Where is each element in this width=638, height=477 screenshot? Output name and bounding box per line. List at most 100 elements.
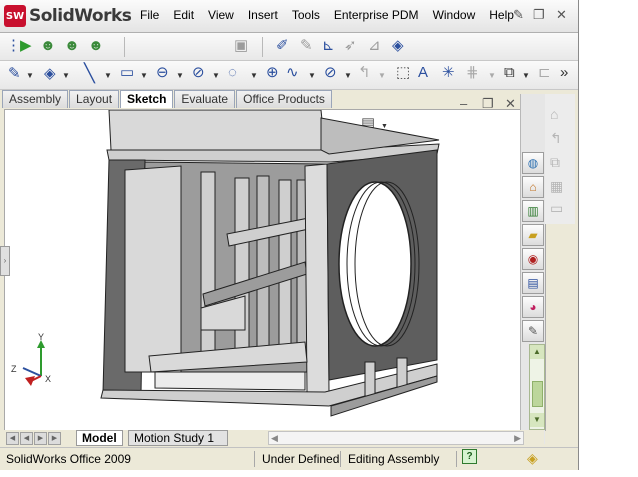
model-leg [396,357,408,389]
command-manager-tabs: Assembly Layout Sketch Evaluate Office P… [2,90,333,109]
assembly-model[interactable]: Y Z X [5,110,545,430]
custom-properties-icon[interactable]: ✎ [522,320,544,342]
pointer-icon[interactable]: ➶ [344,37,357,55]
model-post [256,175,270,361]
arc-icon[interactable]: ◌ [228,64,237,82]
point-icon[interactable]: ✳ [442,64,455,82]
pin-icon[interactable]: ✎ [513,7,524,23]
first-tab-icon[interactable]: ◀ [6,432,19,445]
chevron-down-icon[interactable]: ▼ [62,67,70,85]
user-stop-icon[interactable]: ☻ [88,37,104,55]
sketch-pencil-icon[interactable]: ✎ [8,65,21,83]
menu-tools[interactable]: Tools [292,8,320,22]
dimension-icon[interactable]: ⊾ [322,37,335,55]
restore-icon[interactable]: ❐ [533,7,545,23]
chevron-down-icon[interactable]: ▼ [378,67,386,85]
chevron-down-icon[interactable]: ▼ [176,67,184,85]
rectangle-icon[interactable]: ▭ [120,64,134,82]
extrude-ghost-icon: ▭ [550,200,564,216]
user-step-icon[interactable]: ☻ [64,37,80,55]
chevron-down-icon[interactable]: ▼ [308,67,316,85]
model-right-pillar [304,163,330,393]
home-icon[interactable]: ⌂ [522,176,544,198]
menu-enterprise-pdm[interactable]: Enterprise PDM [334,8,419,22]
trim-icon[interactable]: ⋕ [466,64,479,82]
chevron-down-icon[interactable]: ▼ [250,67,258,85]
sketch-tool-icon[interactable]: ✎ [300,37,313,55]
sketch-ghost-icon: ⌂ [550,106,559,122]
menu-insert[interactable]: Insert [248,8,278,22]
graphics-area[interactable]: ⊕ ⊕ ↶ ▥ ⧉ ▼ ◧ ▼ ◎ ▼ ◕ ▼ ▤ ▼ [4,109,546,431]
view-palette-icon[interactable]: ▤ [522,272,544,294]
scroll-right-icon[interactable]: ▶ [514,432,521,444]
chevron-down-icon[interactable]: ▼ [104,67,112,85]
tab-assembly[interactable]: Assembly [2,90,69,108]
scroll-thumb[interactable] [532,381,543,407]
help-icon[interactable]: ? [462,449,477,464]
prev-tab-icon[interactable]: ◀ [20,432,33,445]
triad-x-label: X [45,374,51,384]
tag-icon[interactable]: ◈ [527,450,538,467]
task-pane-scrollbar[interactable]: ▲ ▼ [529,344,545,430]
polygon-icon[interactable]: ⊕ [266,64,279,82]
chevron-down-icon[interactable]: ▼ [26,67,34,85]
solidworks-logo[interactable]: SW SolidWorks [4,4,132,28]
menu-help[interactable]: Help [489,8,514,22]
design-library-icon[interactable]: ▥ [522,200,544,222]
close-icon[interactable]: ✕ [556,7,567,23]
mirror-icon[interactable]: ⊏ [538,64,551,82]
status-definition-state: Under Defined [262,452,340,466]
toolbar-separator [124,37,125,57]
fillet-icon[interactable]: ↰ [358,64,371,82]
file-explorer-icon[interactable]: ▰ [522,224,544,246]
scroll-down-icon[interactable]: ▼ [530,413,544,427]
line-icon[interactable]: ╲ [84,64,95,82]
menu-window[interactable]: Window [433,8,476,22]
edit-sketch-icon[interactable]: ✐ [276,37,289,55]
record-icon[interactable]: ▣ [234,37,248,55]
toolbar-separator [262,37,263,57]
user-run-icon[interactable]: ☻ [40,37,56,55]
relation-icon[interactable]: ⊿ [368,37,381,55]
circle-icon[interactable]: ⊘ [192,64,205,82]
offset-icon[interactable]: ⧉ [504,64,515,82]
chevron-down-icon[interactable]: ▼ [344,67,352,85]
play-icon[interactable]: ▶ [20,37,32,55]
feature-manager-toggle[interactable]: › [0,246,10,276]
ellipse-icon[interactable]: ⊘ [324,64,337,82]
search-icon[interactable]: ◉ [522,248,544,270]
tab-motion-study[interactable]: Motion Study 1 [128,430,228,446]
chevron-down-icon[interactable]: ▼ [488,67,496,85]
model-base-front [154,371,306,391]
menu-edit[interactable]: Edit [173,8,194,22]
chevron-down-icon[interactable]: ▼ [140,67,148,85]
sketch-toolbar: ✎ ▼ ◈ ▼ ╲ ▼ ▭ ▼ ⊖ ▼ ⊘ ▼ ◌ ▼ ⊕ ∿ ▼ ⊘ ▼ ↰ … [0,61,578,90]
more-tools-icon[interactable]: » [560,64,568,82]
scroll-left-icon[interactable]: ◀ [271,432,278,444]
tag-icon[interactable]: ◈ [392,37,404,55]
menu-view[interactable]: View [208,8,234,22]
tab-sketch[interactable]: Sketch [120,90,174,108]
status-divider [340,451,341,467]
appearances-icon[interactable]: ◕ [522,296,544,318]
smart-dimension-icon[interactable]: ◈ [44,65,56,83]
tab-office-products[interactable]: Office Products [236,90,332,108]
chevron-down-icon[interactable]: ▼ [522,67,530,85]
tab-model[interactable]: Model [76,430,123,446]
chevron-down-icon[interactable]: ▼ [212,67,220,85]
pattern-ghost-icon: ▦ [550,178,564,194]
plane-icon[interactable]: ⬚ [396,64,410,82]
scroll-up-icon[interactable]: ▲ [530,345,544,359]
menu-file[interactable]: File [140,8,159,22]
solidworks-resources-icon[interactable]: ◍ [522,152,544,174]
text-icon[interactable]: A [418,64,428,82]
tab-evaluate[interactable]: Evaluate [174,90,236,108]
tab-layout[interactable]: Layout [69,90,120,108]
spline-icon[interactable]: ∿ [286,64,299,82]
menu-bar: SW SolidWorks File Edit View Insert Tool… [0,0,578,33]
last-tab-icon[interactable]: ▶ [48,432,61,445]
horizontal-scrollbar[interactable]: ◀ ▶ [268,431,524,445]
next-tab-icon[interactable]: ▶ [34,432,47,445]
toolbar-grip-icon: ⋮ [6,37,21,54]
slot-icon[interactable]: ⊖ [156,64,169,82]
